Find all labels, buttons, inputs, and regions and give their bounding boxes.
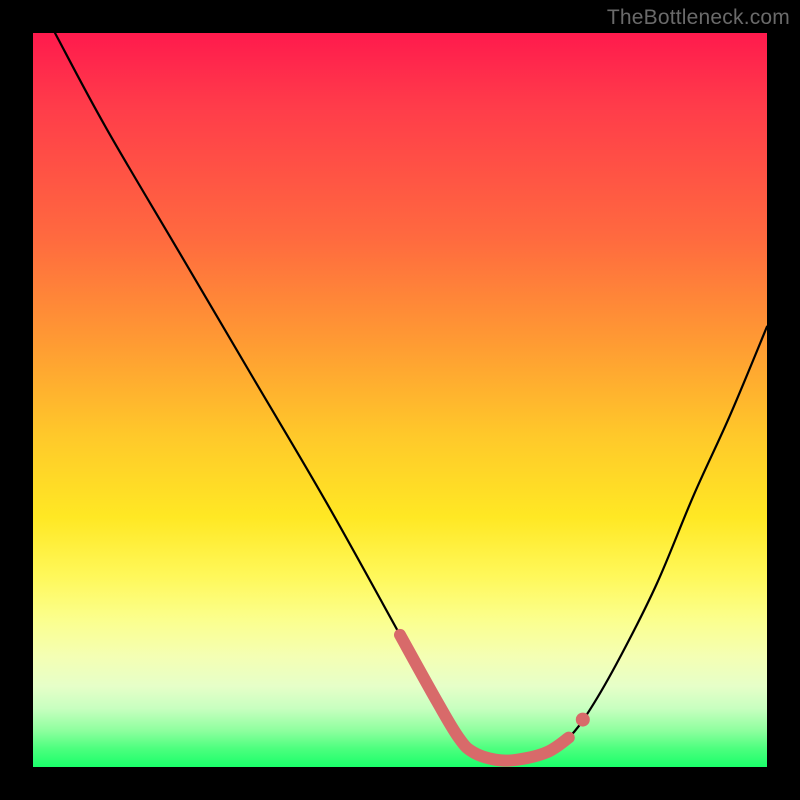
watermark-text: TheBottleneck.com bbox=[607, 6, 790, 30]
curve-minimum-highlight bbox=[400, 635, 569, 761]
highlight-dot-icon bbox=[576, 713, 590, 727]
bottleneck-curve bbox=[33, 33, 767, 767]
chart-frame: TheBottleneck.com bbox=[0, 0, 800, 800]
plot-area bbox=[33, 33, 767, 767]
